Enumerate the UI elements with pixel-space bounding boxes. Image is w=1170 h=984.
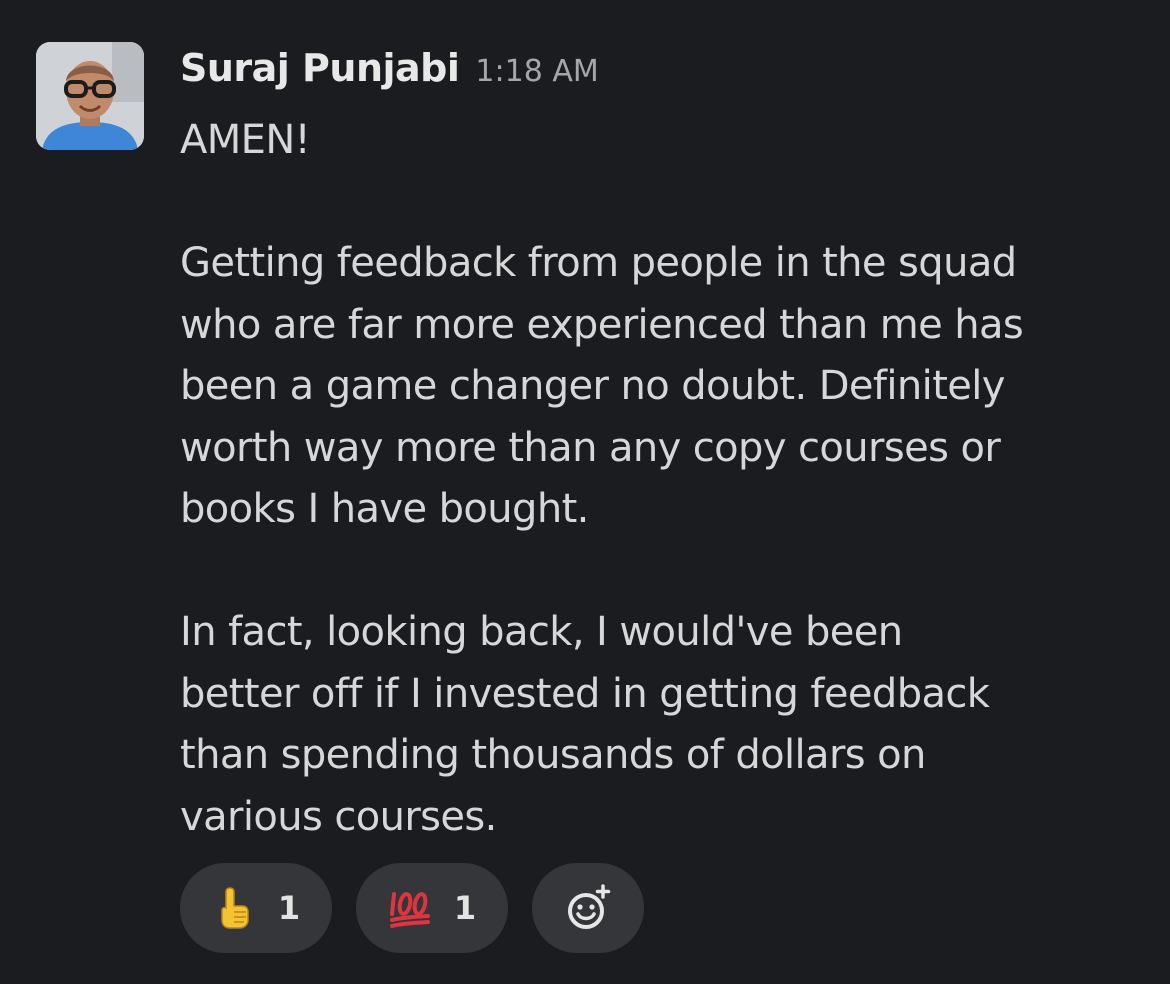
avatar-photo-icon xyxy=(36,42,144,150)
point-up-emoji-icon xyxy=(212,886,256,930)
hundred-points-emoji-icon xyxy=(388,886,432,930)
message-paragraph: Getting feedback from people in the squa… xyxy=(180,233,1150,541)
reaction-count: 1 xyxy=(453,889,477,927)
message: Suraj Punjabi 1:18 AM AMEN! Getting feed… xyxy=(0,0,1170,984)
message-line: In fact, looking back, I would've been xyxy=(180,609,903,655)
message-line: Getting feedback from people in the squa… xyxy=(180,240,1017,286)
message-body: AMEN! Getting feedback from people in th… xyxy=(180,110,1150,848)
avatar[interactable] xyxy=(36,42,144,150)
message-line: worth way more than any copy courses or xyxy=(180,424,1001,471)
add-reaction-button[interactable] xyxy=(532,863,644,953)
reaction-hundred[interactable]: 1 xyxy=(356,863,508,953)
message-paragraph: In fact, looking back, I would've been be… xyxy=(180,602,1150,848)
message-paragraph: AMEN! xyxy=(180,110,1150,172)
reaction-point-up[interactable]: 1 xyxy=(180,863,332,953)
message-line: AMEN! xyxy=(180,117,311,163)
message-line: better off if I invested in getting feed… xyxy=(180,670,990,717)
message-line: books I have bought. xyxy=(180,486,589,532)
reactions-bar: 1 1 xyxy=(180,863,644,953)
message-line: various courses. xyxy=(180,793,497,840)
message-line: been a game changer no doubt. Definitely xyxy=(180,363,1005,409)
message-line: who are far more experienced than me has xyxy=(180,301,1024,348)
author-name[interactable]: Suraj Punjabi xyxy=(180,46,460,90)
timestamp[interactable]: 1:18 AM xyxy=(475,54,598,89)
message-header: Suraj Punjabi 1:18 AM xyxy=(180,46,599,102)
message-line: than spending thousands of dollars on xyxy=(180,732,926,778)
add-reaction-icon xyxy=(563,883,613,933)
reaction-count: 1 xyxy=(277,889,301,927)
